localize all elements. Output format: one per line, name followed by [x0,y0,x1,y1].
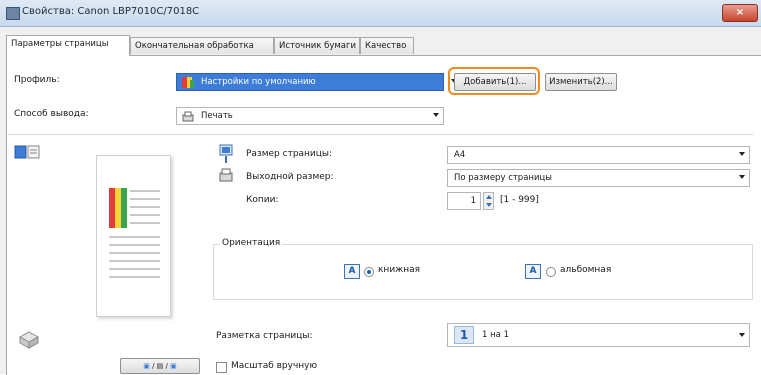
chevron-down-icon [739,152,745,156]
highlight-ring [448,67,540,95]
spin-up-icon[interactable] [486,195,492,199]
output-size-value: По размеру страницы [454,173,552,183]
chevron-down-icon [739,175,745,179]
landscape-label[interactable]: альбомная [560,265,611,275]
output-size-label: Выходной размер: [246,172,334,182]
output-size-icon [219,168,233,182]
copies-value: 1 [470,196,476,206]
tab-page-setup[interactable]: Параметры страницы [6,35,130,56]
manual-scaling-label: Масштаб вручную [231,361,318,371]
window-title: Свойства: Canon LBP7010C/7018C [22,6,200,17]
copies-label: Копии: [246,195,279,205]
page-preview [58,144,196,374]
close-button[interactable]: × [722,4,758,22]
divider [8,134,753,135]
output-method-label: Способ вывода: [14,109,89,119]
tab-quality[interactable]: Качество [360,37,414,54]
page-size-label: Размер страницы: [246,149,333,159]
profile-icon [182,77,194,88]
spin-down-icon[interactable] [486,203,492,207]
page-layout-value: 1 на 1 [482,330,509,340]
preview-page [96,155,171,317]
printer-3d-icon [18,331,40,349]
profile-value: Настройки по умолчанию [201,77,316,87]
landscape-radio[interactable] [546,267,556,277]
tab-paper-source[interactable]: Источник бумаги [274,37,360,54]
orientation-group [213,244,753,300]
page-size-value: A4 [454,150,466,160]
orientation-label: Ориентация [220,238,283,248]
printer-icon [6,7,20,20]
preview-view-buttons[interactable]: ▣ / ▤ / ▣ [120,358,200,374]
portrait-label[interactable]: книжная [378,265,420,275]
chevron-down-icon [433,113,439,117]
tab-finishing[interactable]: Окончательная обработка [130,37,274,54]
page-layout-label: Разметка страницы: [216,331,313,341]
landscape-icon: A [525,264,541,279]
output-method-dropdown[interactable]: Печать [176,107,444,125]
layout-number-icon: 1 [454,326,474,344]
printer-properties-window: Свойства: Canon LBP7010C/7018C × Парамет… [0,0,761,375]
profile-label: Профиль: [14,75,60,85]
copies-range: [1 - 999] [500,195,539,205]
chevron-down-icon [739,333,745,337]
preview-color-bars [109,188,127,228]
page-size-icon [219,144,233,163]
print-icon [182,111,194,122]
page-layout-dropdown[interactable]: 1 1 на 1 [447,323,750,347]
output-size-dropdown[interactable]: По размеру страницы [447,169,750,187]
output-method-value: Печать [201,111,233,121]
profile-dropdown[interactable]: Настройки по умолчанию [176,73,457,91]
title-bar: Свойства: Canon LBP7010C/7018C × [0,0,761,27]
portrait-radio[interactable] [364,267,374,277]
copies-input[interactable]: 1 [447,192,481,210]
portrait-icon: A [344,264,360,279]
manual-scaling-checkbox[interactable] [216,362,227,373]
copies-spinner[interactable] [483,192,494,210]
preview-mode-icon[interactable] [14,145,40,159]
page-size-dropdown[interactable]: A4 [447,146,750,164]
edit-profile-button[interactable]: Изменить(2)... [545,73,617,91]
